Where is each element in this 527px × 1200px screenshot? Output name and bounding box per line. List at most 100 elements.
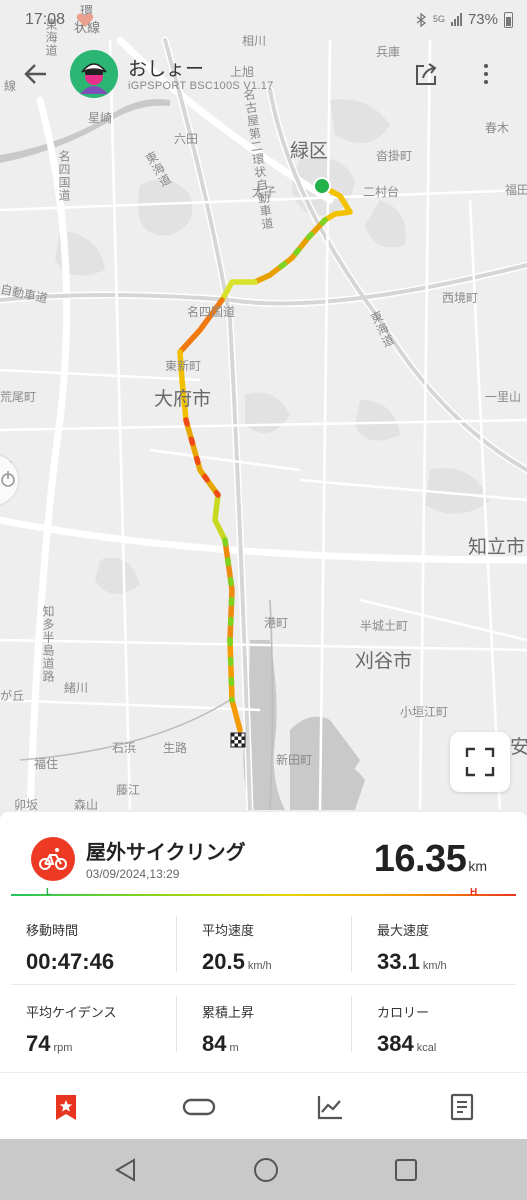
stat-divider (176, 996, 177, 1052)
gradient-low-label: L (46, 887, 53, 898)
map-label: 卯坂 (14, 798, 39, 810)
map-label: 小垣江町 (400, 705, 449, 719)
activity-date: 03/09/2024,13:29 (86, 867, 180, 881)
tab-laps[interactable] (182, 1093, 216, 1121)
stat-moving-time: 移動時間 00:47:46 (26, 920, 176, 975)
bicycle-icon (39, 848, 67, 870)
power-icon (1, 471, 15, 487)
map-label: 西境町 (442, 291, 479, 305)
map-label: 刈谷市 (355, 650, 413, 672)
intensity-gradient-bar (11, 894, 516, 896)
stat-divider (11, 984, 516, 985)
stat-value: 384 (377, 1031, 414, 1056)
expand-icon (465, 747, 495, 777)
distance-value: 16.35 (373, 838, 467, 880)
more-dot (484, 72, 488, 76)
stat-label: 平均速度 (202, 923, 255, 938)
map-label: 知多半島道路 (41, 605, 55, 683)
stat-divider (351, 916, 352, 972)
more-options-button[interactable] (476, 62, 496, 86)
circle-home-icon (254, 1158, 278, 1182)
tab-charts[interactable] (316, 1093, 344, 1121)
stat-unit: km/h (247, 960, 272, 972)
document-icon (450, 1093, 474, 1121)
avatar[interactable] (70, 50, 118, 98)
stat-value: 74 (26, 1031, 51, 1056)
map-label: 港町 (264, 616, 289, 630)
device-name: iGPSPORT BSC100S V1.17 (128, 80, 274, 92)
map-label: 緑区 (290, 140, 329, 162)
map-label: 春木 (485, 121, 510, 135)
map-label: 福田 (505, 183, 527, 197)
route-start-marker (313, 177, 331, 195)
tab-overview[interactable] (52, 1093, 80, 1121)
bottom-tab-bar (0, 1072, 527, 1138)
stat-unit: rpm (53, 1042, 73, 1054)
gradient-high-label: H (470, 887, 478, 898)
stat-label: 移動時間 (26, 923, 79, 938)
square-recents-icon (395, 1159, 417, 1181)
stat-label: 累積上昇 (202, 1005, 255, 1020)
stat-calories: カロリー 384 kcal (377, 1002, 527, 1057)
stat-max-speed: 最大速度 33.1 km/h (377, 920, 527, 975)
activity-type-badge (31, 837, 75, 881)
nav-home-button[interactable] (252, 1156, 280, 1184)
heart-rate-icon (76, 13, 94, 27)
status-bar: 17:08 5G 73% (0, 0, 527, 40)
map-label: 知立市 (468, 536, 526, 558)
share-button[interactable] (412, 60, 440, 88)
map-label: 石浜 (112, 741, 137, 755)
stat-divider (176, 916, 177, 972)
route-finish-marker (230, 732, 246, 748)
network-type: 5G (432, 14, 445, 24)
map-label: 星崎 (88, 111, 113, 125)
triangle-back-icon (115, 1158, 135, 1182)
status-time: 17:08 (25, 11, 66, 28)
tab-details[interactable] (448, 1093, 476, 1121)
nav-recents-button[interactable] (392, 1156, 420, 1184)
bluetooth-icon (416, 12, 427, 27)
stat-label: 最大速度 (377, 923, 430, 938)
map-label: 大府市 (154, 388, 212, 410)
back-button[interactable] (22, 60, 50, 88)
map-side-handle[interactable] (0, 455, 18, 505)
map-label: 六田 (174, 132, 199, 146)
stat-unit: kcal (416, 1042, 437, 1054)
more-dot (484, 80, 488, 84)
stat-value: 00:47:46 (26, 949, 115, 974)
status-icons: 5G 73% (415, 11, 513, 28)
fullscreen-button[interactable] (450, 732, 510, 792)
battery-percent: 73% (467, 11, 498, 28)
map-label: 名四国道 (57, 150, 71, 202)
map-label: 上旭 (230, 65, 255, 79)
bookmark-star-icon (56, 1095, 76, 1120)
loop-icon (182, 1098, 216, 1116)
nav-back-button[interactable] (112, 1156, 140, 1184)
distance-unit: km (468, 858, 487, 874)
map-label: 荒尾町 (0, 390, 37, 404)
map-label: 森山 (74, 798, 99, 810)
more-dot (484, 64, 488, 68)
map-label: 名四国道 (187, 305, 236, 319)
stat-elevation-gain: 累積上昇 84 m (202, 1002, 352, 1057)
map-label: 東新町 (165, 359, 202, 373)
map-label: 一里山 (485, 390, 522, 404)
user-avatar-icon (70, 50, 118, 98)
signal-icon (450, 13, 462, 26)
map-label: 沓掛町 (376, 149, 413, 163)
route-map[interactable]: 環 状線 東海道 相川 兵庫 上旭 線 星崎 六田 名古屋第二環状自動車道 緑区… (0, 0, 527, 810)
map-label: 半城土町 (360, 619, 409, 633)
stat-value: 84 (202, 1031, 227, 1056)
stat-unit: m (229, 1042, 239, 1054)
map-label: 線 (4, 79, 17, 93)
system-nav-bar (0, 1139, 527, 1200)
map-label: 新田町 (276, 753, 313, 767)
back-arrow-icon (24, 64, 46, 84)
user-name: おしょー (128, 59, 205, 80)
map-label: 藤江 (116, 783, 141, 797)
map-label: 兵庫 (376, 45, 401, 59)
stat-value: 20.5 (202, 949, 245, 974)
stat-label: 平均ケイデンス (26, 1005, 117, 1020)
stat-value: 33.1 (377, 949, 420, 974)
share-icon (416, 63, 437, 85)
